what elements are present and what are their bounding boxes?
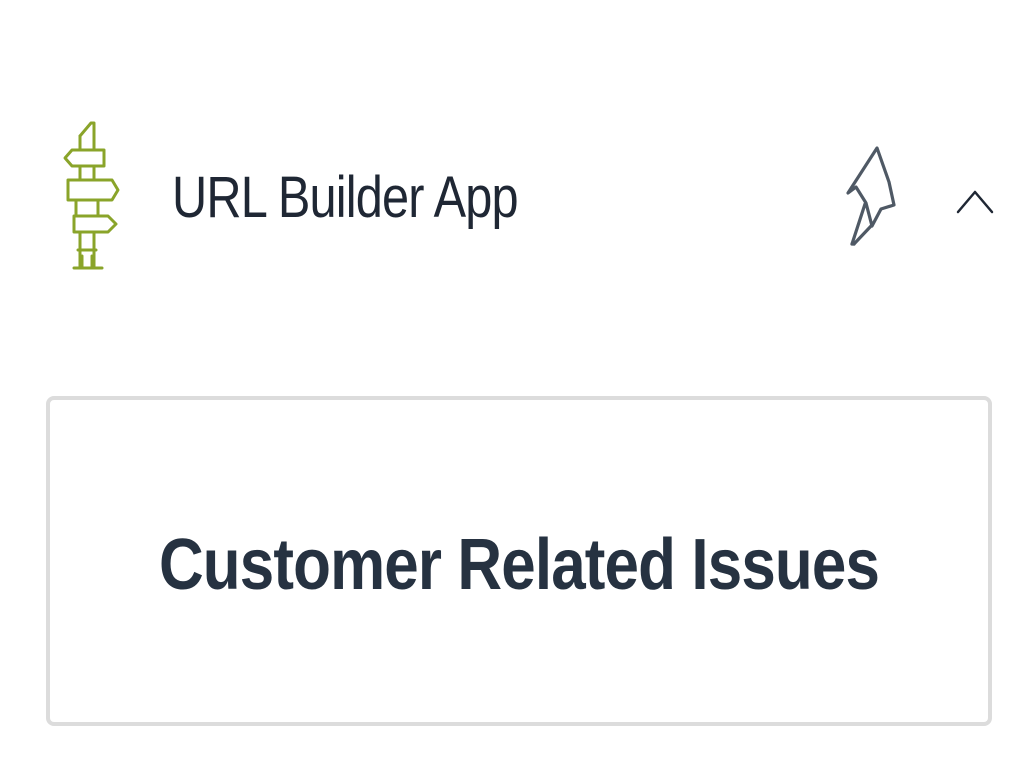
app-page: URL Builder App Customer Related Issues	[0, 0, 1024, 768]
app-header: URL Builder App	[0, 100, 1024, 300]
pin-icon	[846, 146, 896, 246]
customer-related-issues-card[interactable]: Customer Related Issues	[46, 396, 992, 726]
app-title: URL Builder App	[172, 165, 519, 230]
collapse-button[interactable]	[950, 172, 1000, 222]
signpost-icon	[60, 118, 124, 278]
chevron-up-icon	[956, 190, 994, 214]
card-title: Customer Related Issues	[158, 525, 880, 605]
pin-button[interactable]	[834, 142, 904, 252]
